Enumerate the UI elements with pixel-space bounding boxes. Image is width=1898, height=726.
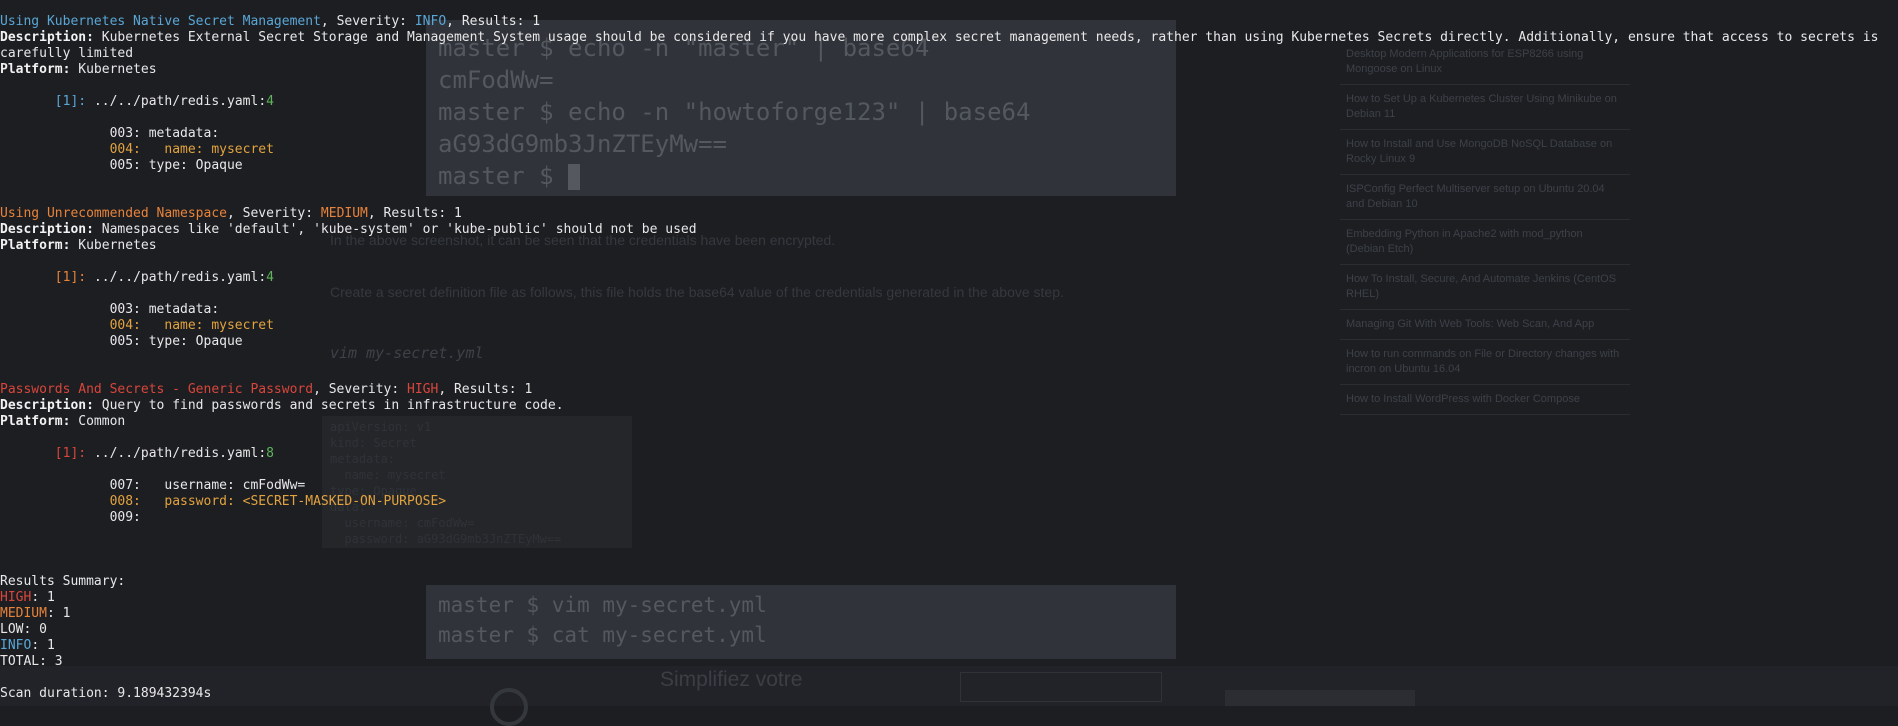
scan-duration: Scan duration: 9.189432394s (0, 686, 212, 701)
code-line: 003: metadata: (109, 126, 220, 141)
platform-label: Platform: (0, 414, 71, 429)
severity-label: Severity: (328, 382, 408, 397)
code-line: 003: metadata: (109, 302, 220, 317)
file-path: ../../path/redis.yaml (93, 270, 259, 285)
finding-description: Description: Query to find passwords and… (0, 398, 1898, 414)
code-line-highlighted: 008: password: <SECRET-MASKED-ON-PURPOSE… (109, 494, 447, 509)
code-line: 007: username: cmFodWw= (109, 478, 306, 493)
result-location: [1]: ../../path/redis.yaml:8 (54, 446, 274, 461)
description-label: Description: (0, 398, 94, 413)
finding-header: Passwords And Secrets - Generic Password… (0, 382, 533, 397)
finding-platform: Platform: Kubernetes (0, 238, 1898, 254)
platform-value: Kubernetes (78, 238, 157, 253)
result-index: [1]: (54, 446, 87, 461)
severity-value: HIGH (407, 382, 439, 397)
code-line-highlighted: 004: name: mysecret (109, 142, 274, 157)
file-path: ../../path/redis.yaml (93, 446, 259, 461)
description-label: Description: (0, 30, 94, 45)
finding-name: Passwords And Secrets - Generic Password (0, 382, 314, 397)
results-label: Results: (383, 206, 454, 221)
summary-high: HIGH: 1 (0, 590, 55, 605)
result-location: [1]: ../../path/redis.yaml:4 (54, 94, 274, 109)
results-value: 1 (454, 206, 462, 221)
results-label: Results: (453, 382, 525, 397)
summary-low: LOW: 0 (0, 622, 47, 637)
summary-title: Results Summary: (0, 574, 126, 589)
code-line-highlighted: 004: name: mysecret (109, 318, 274, 333)
platform-label: Platform: (0, 62, 71, 77)
description-text: Query to find passwords and secrets in i… (101, 398, 564, 413)
results-value: 1 (532, 14, 541, 29)
finding-platform: Platform: Kubernetes (0, 62, 1898, 78)
finding-header: Using Unrecommended Namespace, Severity:… (0, 206, 462, 221)
code-line: 009: (109, 510, 141, 525)
result-location: [1]: ../../path/redis.yaml:4 (54, 270, 274, 285)
line-number: 8 (266, 446, 274, 461)
description-label: Description: (0, 222, 94, 237)
finding-description: Description: Namespaces like 'default', … (0, 222, 1898, 238)
summary-info: INFO: 1 (0, 638, 55, 653)
summary-total: TOTAL: 3 (0, 654, 63, 669)
severity-label: Severity: (336, 14, 415, 29)
results-label: Results: (461, 14, 533, 29)
finding-name: Using Unrecommended Namespace (0, 206, 227, 221)
platform-label: Platform: (0, 238, 71, 253)
result-index: [1]: (54, 270, 87, 285)
summary-medium: MEDIUM: 1 (0, 606, 71, 621)
code-line: 005: type: Opaque (109, 158, 243, 173)
severity-value: INFO (414, 14, 447, 29)
platform-value: Common (78, 414, 126, 429)
finding-platform: Platform: Common (0, 414, 1898, 430)
description-text: Namespaces like 'default', 'kube-system'… (101, 222, 697, 237)
severity-label: Severity: (242, 206, 321, 221)
finding-name: Using Kubernetes Native Secret Managemen… (0, 14, 321, 29)
description-text: Kubernetes External Secret Storage and M… (0, 30, 1887, 61)
finding-header: Using Kubernetes Native Secret Managemen… (0, 14, 541, 29)
file-path: ../../path/redis.yaml (93, 94, 259, 109)
line-number: 4 (266, 270, 274, 285)
severity-value: MEDIUM (320, 206, 368, 221)
result-index: [1]: (54, 94, 87, 109)
finding-description: Description: Kubernetes External Secret … (0, 30, 1896, 62)
platform-value: Kubernetes (78, 62, 157, 77)
terminal-output: Using Kubernetes Native Secret Managemen… (0, 14, 1898, 702)
code-line: 005: type: Opaque (109, 334, 243, 349)
line-number: 4 (266, 94, 274, 109)
results-value: 1 (524, 382, 533, 397)
